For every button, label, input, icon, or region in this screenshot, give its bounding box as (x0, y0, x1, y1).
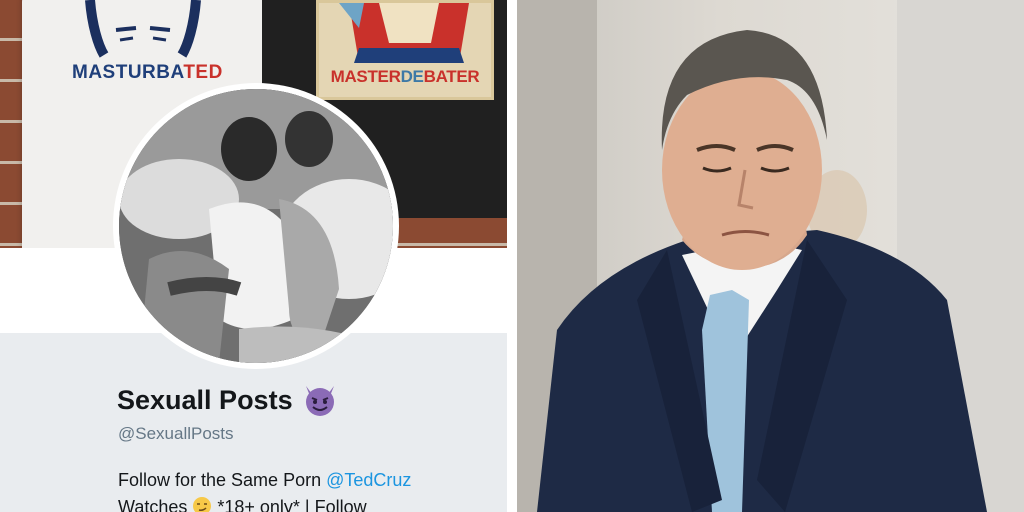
poster-slogan: MASTERDEBATER (330, 67, 480, 86)
smiling-face-with-horns-icon (305, 386, 334, 416)
profile-avatar[interactable] (113, 83, 399, 369)
profile-bio: Follow for the Same Porn @TedCruz Watches… (118, 467, 498, 512)
profile-name-row: Sexuall Posts (117, 382, 338, 418)
bio-mention-link[interactable]: @TedCruz (326, 470, 411, 490)
news-photo-panel (517, 0, 1024, 512)
poster-print: MASTERDEBATER (316, 0, 494, 100)
face-illustration (85, 0, 201, 58)
man-in-suit-photo (517, 0, 1024, 512)
white-shirt-slogan: MASTURBATED (72, 62, 223, 83)
bio-text-1: Follow for the Same Porn (118, 470, 327, 490)
smirking-face-icon (193, 497, 212, 512)
avatar-photo (119, 89, 393, 363)
bio-text-2: Watches (118, 497, 193, 512)
image-divider (507, 0, 517, 512)
profile-display-name[interactable]: Sexuall Posts (117, 385, 293, 416)
bio-text-3: *18+ only* | Follow (212, 497, 367, 512)
profile-handle: @SexuallPosts (118, 424, 234, 443)
profile-screenshot-panel: MASTURBATED MASTERDEBATER Sexuall Posts … (0, 0, 507, 512)
poster-portrait (319, 3, 491, 63)
